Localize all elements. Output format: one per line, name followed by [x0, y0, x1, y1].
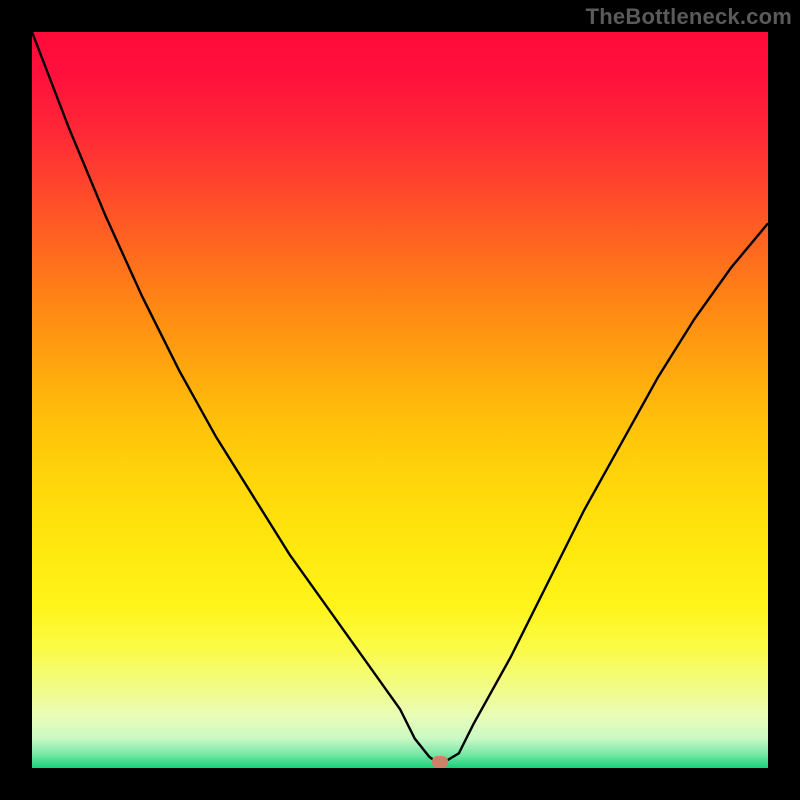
- watermark-text: TheBottleneck.com: [586, 4, 792, 30]
- chart-stage: TheBottleneck.com: [0, 0, 800, 800]
- bottleneck-curve: [32, 32, 768, 768]
- plot-area: [32, 32, 768, 768]
- optimal-point-marker: [432, 756, 448, 768]
